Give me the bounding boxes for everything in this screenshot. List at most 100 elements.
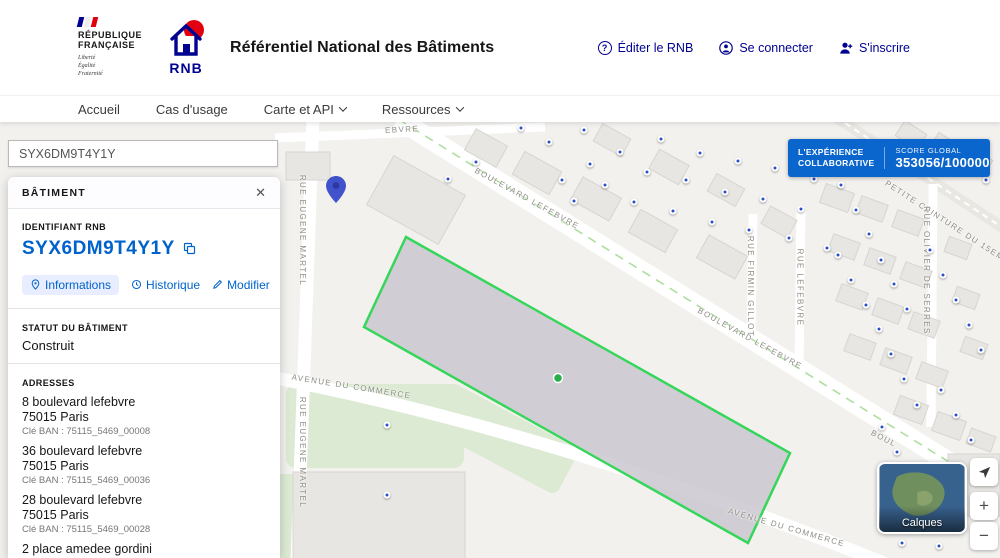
map-search-input[interactable] xyxy=(9,141,277,166)
panel-header: BÂTIMENT ✕ xyxy=(8,177,280,209)
site-title: Référentiel National des Bâtiments xyxy=(230,39,494,57)
building-marker[interactable] xyxy=(927,247,934,254)
nav-item-cas-usage[interactable]: Cas d'usage xyxy=(156,102,228,117)
building-marker[interactable] xyxy=(473,159,480,166)
gouv-logo[interactable]: RÉPUBLIQUE FRANÇAISE Liberté Égalité Fra… xyxy=(78,17,142,79)
building-marker[interactable] xyxy=(866,231,873,238)
building-marker[interactable] xyxy=(914,402,921,409)
rnb-logo-text: RNB xyxy=(169,60,202,76)
login-link[interactable]: Se connecter xyxy=(719,41,813,55)
person-add-icon xyxy=(839,41,853,55)
building-marker[interactable] xyxy=(894,449,901,456)
copy-icon[interactable] xyxy=(183,242,196,255)
map-pin[interactable] xyxy=(326,176,346,203)
building-marker[interactable] xyxy=(953,297,960,304)
building-marker[interactable] xyxy=(938,387,945,394)
street-label: RUE EUGENE MARTEL xyxy=(298,175,307,286)
building-marker[interactable] xyxy=(683,177,690,184)
nav-item-accueil[interactable]: Accueil xyxy=(78,102,120,117)
building-marker[interactable] xyxy=(546,139,553,146)
rnb-logo[interactable]: RNB xyxy=(164,19,208,76)
locate-arrow-icon xyxy=(977,465,992,480)
building-marker[interactable] xyxy=(697,150,704,157)
tab-historique[interactable]: Historique xyxy=(131,278,200,292)
panel-title: BÂTIMENT xyxy=(22,187,86,199)
history-clock-icon xyxy=(131,279,142,290)
building-marker[interactable] xyxy=(644,169,651,176)
chevron-down-icon xyxy=(455,103,463,111)
panel-body: IDENTIFIANT RNB SYX6DM9T4Y1Y xyxy=(8,209,280,558)
pencil-icon xyxy=(212,279,223,290)
tab-informations[interactable]: Informations xyxy=(22,275,119,295)
building-marker[interactable] xyxy=(658,136,665,143)
building-marker[interactable] xyxy=(838,182,845,189)
tab-modifier[interactable]: Modifier xyxy=(212,278,270,292)
nav-item-ressources[interactable]: Ressources xyxy=(382,102,463,117)
building-marker[interactable] xyxy=(968,437,975,444)
building-marker[interactable] xyxy=(670,208,677,215)
building-marker[interactable] xyxy=(824,245,831,252)
building-centroid-dot xyxy=(554,374,563,383)
header-actions: ? Éditer le RNB Se connecter S'inscrire xyxy=(598,41,910,55)
building-marker[interactable] xyxy=(936,543,943,550)
status-label: STATUT DU BÂTIMENT xyxy=(22,323,266,334)
building-marker[interactable] xyxy=(966,322,973,329)
layers-button[interactable]: Calques xyxy=(877,462,967,534)
building-marker[interactable] xyxy=(746,227,753,234)
chevron-down-icon xyxy=(339,103,347,111)
zoom-out-button[interactable]: − xyxy=(970,522,998,550)
collaborative-score-badge[interactable]: L'EXPÉRIENCE COLLABORATIVE SCORE GLOBAL … xyxy=(788,139,990,177)
panel-close-button[interactable]: ✕ xyxy=(255,186,266,199)
zoom-in-button[interactable]: + xyxy=(970,492,998,520)
marianne-line1: RÉPUBLIQUE xyxy=(78,30,142,41)
locate-button[interactable] xyxy=(970,458,998,486)
building-marker[interactable] xyxy=(891,281,898,288)
building-marker[interactable] xyxy=(901,376,908,383)
building-marker[interactable] xyxy=(735,158,742,165)
building-marker[interactable] xyxy=(786,235,793,242)
building-marker[interactable] xyxy=(384,422,391,429)
building-marker[interactable] xyxy=(384,492,391,499)
building-marker[interactable] xyxy=(940,272,947,279)
building-marker[interactable] xyxy=(709,219,716,226)
building-marker[interactable] xyxy=(571,198,578,205)
building-marker[interactable] xyxy=(848,277,855,284)
building-marker[interactable] xyxy=(631,199,638,206)
building-marker[interactable] xyxy=(904,306,911,313)
map-canvas[interactable]: EBVREBOULEVARD LEFEBVREBOULEVARD LEFEBVR… xyxy=(0,122,1000,558)
site-header: RÉPUBLIQUE FRANÇAISE Liberté Égalité Fra… xyxy=(0,0,1000,95)
street-label: RUE FIRMIN GILLOT xyxy=(746,236,755,337)
building-marker[interactable] xyxy=(863,302,870,309)
account-icon xyxy=(719,41,733,55)
building-marker[interactable] xyxy=(772,165,779,172)
street-label: RUE LEFEBVRE xyxy=(795,249,804,327)
building-marker[interactable] xyxy=(953,412,960,419)
building-marker[interactable] xyxy=(760,196,767,203)
building-marker[interactable] xyxy=(581,127,588,134)
building-marker[interactable] xyxy=(888,351,895,358)
edit-rnb-link[interactable]: ? Éditer le RNB xyxy=(598,41,694,55)
building-marker[interactable] xyxy=(983,177,990,184)
building-marker[interactable] xyxy=(445,176,452,183)
building-marker[interactable] xyxy=(876,326,883,333)
building-marker[interactable] xyxy=(587,161,594,168)
address-item: 28 boulevard lefebvre 75015 Paris Clé BA… xyxy=(22,493,266,536)
building-marker[interactable] xyxy=(722,189,729,196)
building-marker[interactable] xyxy=(835,252,842,259)
building-marker[interactable] xyxy=(559,177,566,184)
nav-item-carte-api[interactable]: Carte et API xyxy=(264,102,346,117)
building-marker[interactable] xyxy=(879,424,886,431)
building-marker[interactable] xyxy=(798,206,805,213)
building-marker[interactable] xyxy=(978,347,985,354)
building-marker[interactable] xyxy=(878,257,885,264)
map-search xyxy=(8,140,278,167)
building-marker[interactable] xyxy=(899,540,906,547)
signup-link[interactable]: S'inscrire xyxy=(839,41,910,55)
building-marker[interactable] xyxy=(617,149,624,156)
building-marker[interactable] xyxy=(602,182,609,189)
rnb-house-icon xyxy=(164,19,208,59)
building-marker[interactable] xyxy=(518,125,525,132)
panel-tabs: Informations Historique Modifier xyxy=(22,274,266,295)
building-marker[interactable] xyxy=(853,207,860,214)
help-circle-icon: ? xyxy=(598,41,612,55)
